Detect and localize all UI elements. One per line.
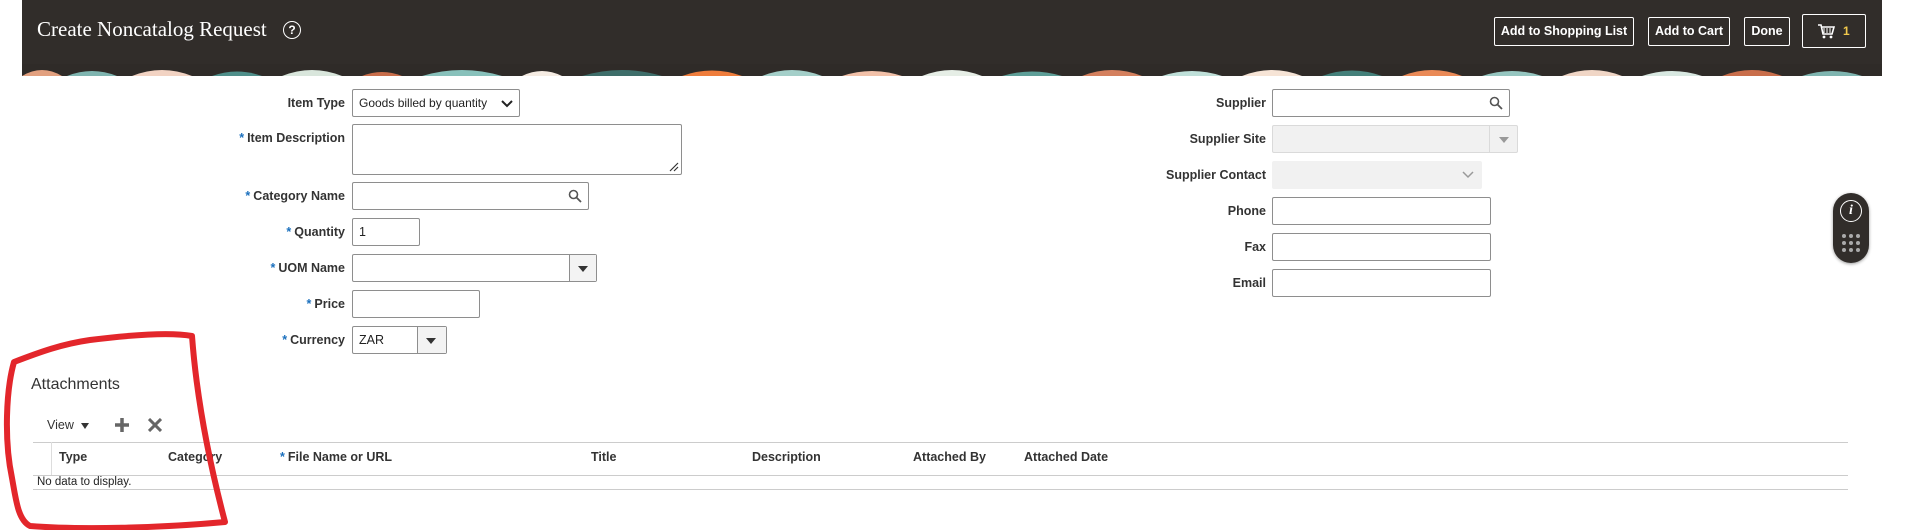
price-input[interactable] xyxy=(352,290,480,318)
currency-dropdown-button[interactable] xyxy=(417,327,446,353)
category-name-label: * Category Name xyxy=(245,189,345,203)
category-name-input[interactable] xyxy=(352,182,589,210)
supplier-contact-select[interactable] xyxy=(1272,161,1482,189)
column-file-name-or-url[interactable]: * File Name or URL xyxy=(280,450,392,464)
email-input[interactable] xyxy=(1272,269,1491,297)
fax-input[interactable] xyxy=(1272,233,1491,261)
cart-icon xyxy=(1818,24,1835,39)
page-title: Create Noncatalog Request xyxy=(37,17,267,41)
page-header: Create Noncatalog Request ? Add to Shopp… xyxy=(22,0,1882,64)
supplier-label: Supplier xyxy=(1215,96,1266,110)
supplier-site-label: Supplier Site xyxy=(1189,132,1266,146)
fax-label: Fax xyxy=(1244,240,1266,254)
cart-count-badge: 1 xyxy=(1843,24,1850,38)
quantity-label: * Quantity xyxy=(286,225,345,239)
email-label: Email xyxy=(1232,276,1266,290)
supplier-input[interactable] xyxy=(1272,89,1510,117)
help-icon[interactable]: ? xyxy=(283,21,301,39)
currency-label: * Currency xyxy=(282,333,345,347)
column-title[interactable]: Title xyxy=(591,450,616,464)
quantity-input[interactable]: 1 xyxy=(352,218,420,246)
search-icon[interactable] xyxy=(568,189,582,203)
phone-input[interactable] xyxy=(1272,197,1491,225)
chevron-down-icon xyxy=(501,100,513,108)
add-to-cart-button[interactable]: Add to Cart xyxy=(1648,17,1730,46)
phone-label: Phone xyxy=(1227,204,1266,218)
resize-handle-icon[interactable] xyxy=(669,162,679,172)
search-icon[interactable] xyxy=(1489,96,1503,110)
cart-button[interactable]: 1 xyxy=(1802,14,1866,48)
supplier-contact-label: Supplier Contact xyxy=(1165,168,1266,182)
item-description-label: * Item Description xyxy=(239,131,345,145)
currency-select[interactable]: ZAR xyxy=(352,326,447,354)
keypad-icon[interactable] xyxy=(1841,233,1861,253)
table-bottom-border xyxy=(33,489,1848,490)
uom-name-label: * UOM Name xyxy=(270,261,345,275)
uom-dropdown-button[interactable] xyxy=(569,255,596,281)
add-to-shopping-list-button[interactable]: Add to Shopping List xyxy=(1494,17,1634,46)
info-widget[interactable]: i xyxy=(1833,193,1869,263)
done-button[interactable]: Done xyxy=(1744,17,1790,46)
table-header-divider xyxy=(33,475,1848,476)
column-attached-date[interactable]: Attached Date xyxy=(1024,450,1108,464)
table-top-border xyxy=(33,442,1848,443)
item-type-label: Item Type xyxy=(287,96,345,110)
supplier-site-select[interactable] xyxy=(1272,125,1518,153)
info-icon[interactable]: i xyxy=(1840,200,1862,222)
price-label: * Price xyxy=(306,297,345,311)
item-type-select[interactable]: Goods billed by quantity xyxy=(352,89,520,117)
red-annotation-outline xyxy=(3,331,228,530)
chevron-down-icon xyxy=(1489,126,1517,152)
column-description[interactable]: Description xyxy=(752,450,821,464)
uom-name-select[interactable] xyxy=(352,254,597,282)
column-attached-by[interactable]: Attached By xyxy=(913,450,986,464)
item-description-textarea[interactable] xyxy=(352,124,682,175)
chevron-down-icon xyxy=(1462,171,1474,179)
decorative-banner xyxy=(22,64,1882,76)
